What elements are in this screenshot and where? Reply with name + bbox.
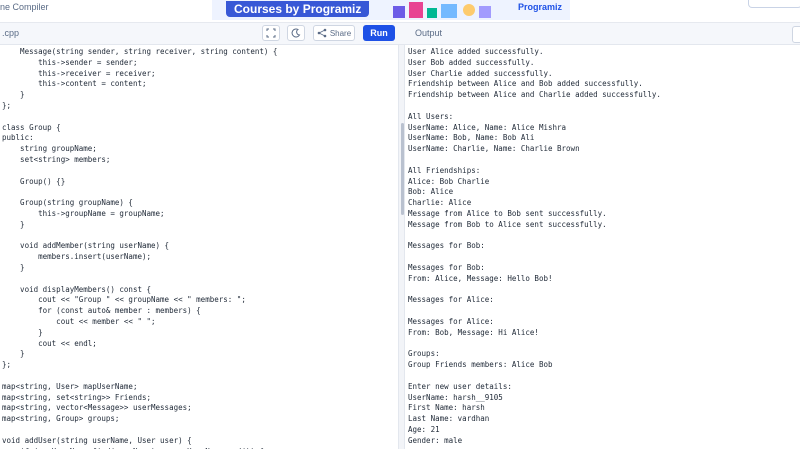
code-line[interactable]: this->groupName = groupName; bbox=[2, 208, 164, 219]
editor-scrollbar[interactable] bbox=[401, 123, 404, 215]
share-button[interactable]: Share bbox=[313, 25, 355, 41]
code-line[interactable]: map<string, vector<Message>> userMessage… bbox=[2, 402, 192, 413]
fullscreen-button[interactable] bbox=[262, 25, 280, 41]
code-line[interactable]: } bbox=[2, 89, 25, 100]
code-line[interactable]: }; bbox=[2, 359, 11, 370]
output-line: User Charlie added successfully. bbox=[408, 68, 553, 78]
site-brand[interactable]: ne Compiler bbox=[0, 2, 49, 12]
code-line[interactable]: cout << "Group " << groupName << " membe… bbox=[2, 294, 246, 305]
code-line[interactable]: }; bbox=[2, 100, 11, 111]
banner-brand: Programiz bbox=[517, 2, 562, 12]
output-line: User Alice added successfully. bbox=[408, 47, 544, 56]
code-line[interactable]: map<string, set<string>> Friends; bbox=[2, 392, 151, 403]
file-tab[interactable]: .cpp bbox=[2, 28, 19, 38]
code-line[interactable]: Message(string sender, string receiver, … bbox=[2, 46, 277, 57]
code-line[interactable]: this->sender = sender; bbox=[2, 57, 137, 68]
code-line[interactable]: } bbox=[2, 348, 25, 359]
clear-button[interactable] bbox=[792, 26, 800, 43]
output-line: Messages for Bob: bbox=[408, 263, 485, 272]
output-line: Friendship between Alice and Charlie add… bbox=[408, 90, 661, 100]
output-line: User Bob added successfully. bbox=[408, 57, 535, 67]
output-console[interactable]: User Alice added successfully. User Bob a… bbox=[405, 45, 800, 449]
output-line: Enter new user details: bbox=[408, 381, 512, 391]
output-line: Messages for Alice: bbox=[408, 317, 494, 326]
share-icon bbox=[317, 28, 327, 38]
output-line: UserName: Alice, Name: Alice Mishra bbox=[408, 122, 567, 132]
code-editor[interactable]: Message(string sender, string receiver, … bbox=[0, 45, 398, 449]
output-line: Messages for Bob: bbox=[408, 241, 485, 251]
pane-divider[interactable] bbox=[398, 45, 405, 449]
output-line: Last Name: vardhan bbox=[408, 414, 490, 424]
code-line[interactable]: public: bbox=[2, 132, 34, 143]
output-line: Groups: bbox=[408, 349, 440, 359]
code-line[interactable]: Group() {} bbox=[2, 176, 65, 187]
code-line[interactable]: string groupName; bbox=[2, 143, 97, 154]
output-line: Gender: male bbox=[408, 435, 463, 445]
code-line[interactable]: void addMember(string userName) { bbox=[2, 240, 169, 251]
editor-toolbar: .cpp Share Run Output bbox=[0, 23, 800, 45]
output-title: Output bbox=[415, 28, 443, 38]
code-line[interactable]: map<string, Group> groups; bbox=[2, 413, 119, 424]
code-line[interactable]: void displayMembers() const { bbox=[2, 284, 151, 295]
output-line: Charlie: Alice bbox=[408, 198, 472, 208]
code-line[interactable]: } bbox=[2, 219, 25, 230]
top-right-button[interactable] bbox=[748, 0, 800, 8]
banner-illustration-icon bbox=[393, 2, 491, 18]
output-line: First Name: harsh bbox=[408, 403, 485, 413]
code-line[interactable]: void addUser(string userName, User user)… bbox=[2, 435, 192, 446]
output-line: Alice: Bob Charlie bbox=[408, 176, 490, 186]
fullscreen-icon bbox=[266, 28, 276, 38]
output-line: Age: 21 bbox=[408, 425, 440, 434]
share-label: Share bbox=[329, 28, 352, 38]
code-line[interactable]: cout << member << " "; bbox=[2, 316, 155, 327]
code-line[interactable]: } bbox=[2, 327, 43, 338]
code-line[interactable]: this->receiver = receiver; bbox=[2, 68, 155, 79]
code-line[interactable]: for (const auto& member : members) { bbox=[2, 305, 201, 316]
code-line[interactable]: class Group { bbox=[2, 122, 61, 133]
ad-banner[interactable]: Courses by Programiz Programiz bbox=[212, 0, 570, 20]
code-line[interactable]: map<string, User> mapUserName; bbox=[2, 381, 137, 392]
top-bar: ne Compiler Courses by Programiz Program… bbox=[0, 0, 800, 23]
output-line: UserName: Bob, Name: Bob Ali bbox=[408, 133, 535, 143]
output-line: From: Bob, Message: Hi Alice! bbox=[408, 327, 539, 337]
code-line[interactable]: cout << endl; bbox=[2, 338, 97, 349]
output-line: Message from Bob to Alice sent successfu… bbox=[408, 219, 607, 229]
dark-mode-button[interactable] bbox=[287, 25, 305, 41]
code-line[interactable]: this->content = content; bbox=[2, 78, 146, 89]
output-line: Message from Alice to Bob sent successfu… bbox=[408, 209, 607, 218]
dark-mode-icon bbox=[291, 28, 301, 38]
code-line[interactable]: set<string> members; bbox=[2, 154, 110, 165]
output-line: Group Friends members: Alice Bob bbox=[408, 360, 553, 370]
output-line: Messages for Alice: bbox=[408, 295, 494, 305]
code-line[interactable]: } bbox=[2, 262, 25, 273]
output-line: UserName: Charlie, Name: Charlie Brown bbox=[408, 144, 580, 154]
output-line: All Users: bbox=[408, 111, 454, 121]
code-line[interactable]: Group(string groupName) { bbox=[2, 197, 133, 208]
banner-title[interactable]: Courses by Programiz bbox=[226, 1, 370, 17]
output-line: UserName: harsh__9105 bbox=[408, 392, 503, 402]
output-line: Bob: Alice bbox=[408, 187, 454, 197]
code-line[interactable]: members.insert(userName); bbox=[2, 251, 151, 262]
output-line: All Friendships: bbox=[408, 165, 481, 175]
output-line: Friendship between Alice and Bob added s… bbox=[408, 79, 643, 89]
output-line: From: Alice, Message: Hello Bob! bbox=[408, 273, 553, 283]
code-line[interactable]: if (mapUserName.find(userName) == mapUse… bbox=[2, 446, 264, 449]
run-button[interactable]: Run bbox=[363, 25, 395, 41]
